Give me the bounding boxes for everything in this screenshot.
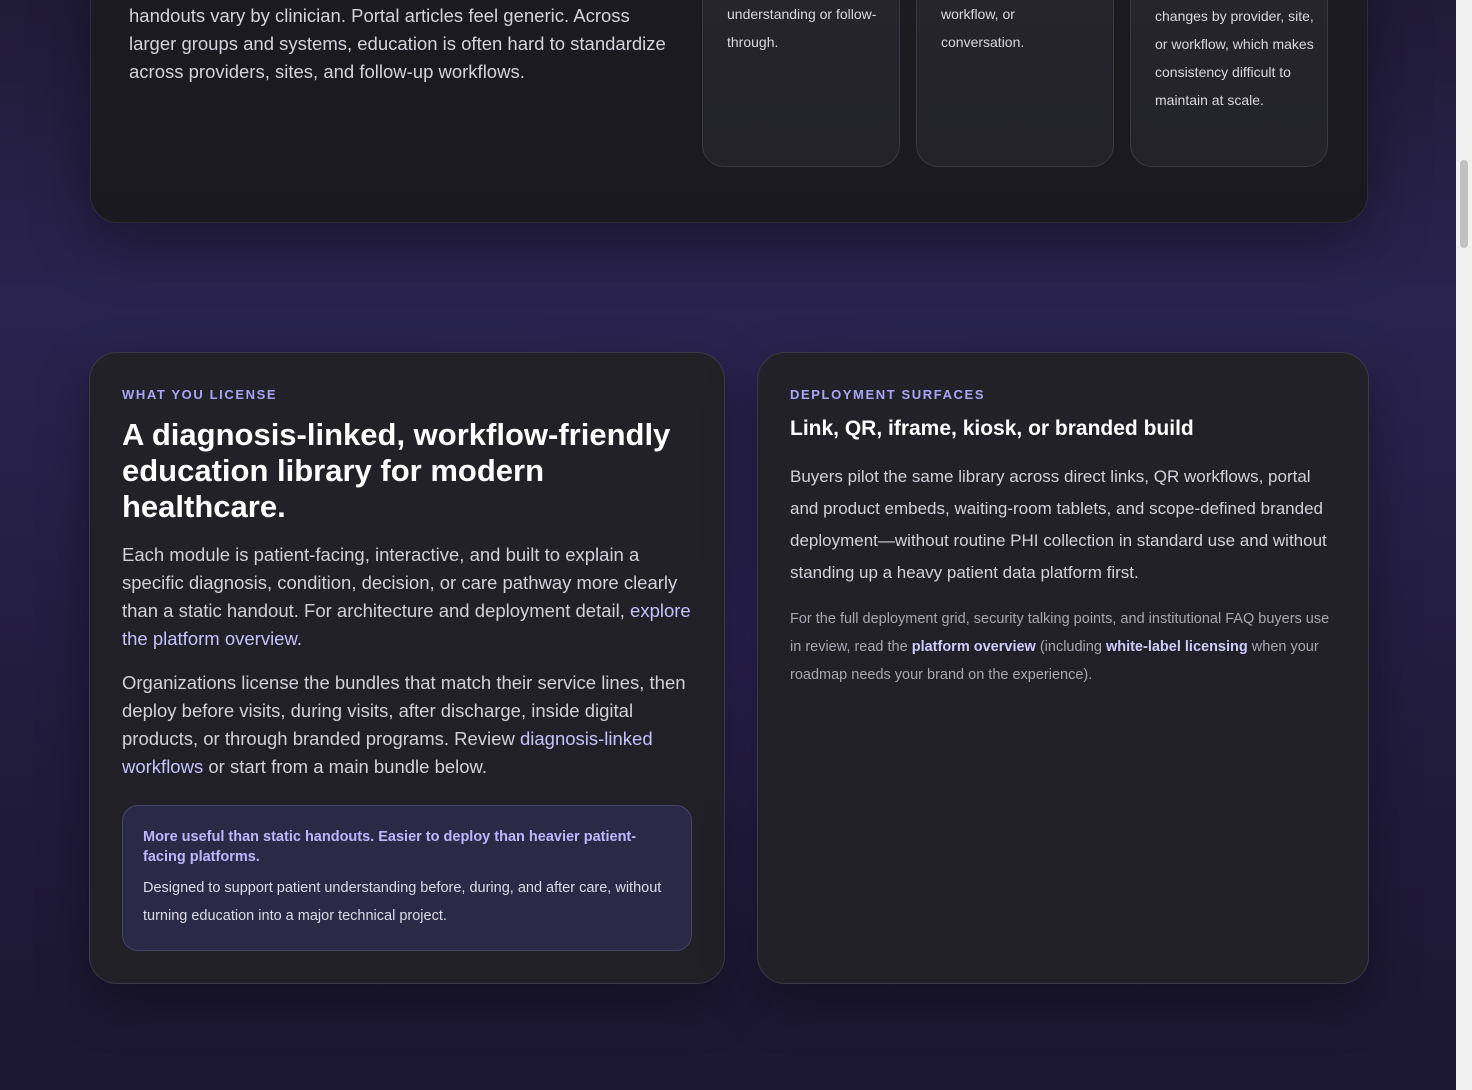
license-paragraph-2-end: or start from a main bundle below. — [203, 756, 488, 777]
problem-card-2: disconnected from the actual specialty, … — [916, 0, 1114, 167]
deployment-note-text-2: (including — [1035, 639, 1106, 655]
license-eyebrow: WHAT YOU LICENSE — [122, 387, 278, 402]
deployment-body: Buyers pilot the same library across dir… — [790, 467, 1327, 582]
deployment-eyebrow: DEPLOYMENT SURFACES — [790, 387, 986, 402]
scrollbar-thumb[interactable] — [1460, 160, 1468, 248]
scrollbar[interactable] — [1456, 0, 1472, 1090]
license-paragraph-2: Organizations license the bundles that m… — [122, 669, 697, 781]
deployment-subhead: Link, QR, iframe, kiosk, or branded buil… — [790, 417, 1194, 440]
white-label-licensing-link[interactable]: white-label licensing — [1106, 639, 1248, 655]
problem-card-1: easy to hand out, but it rarely creates … — [702, 0, 900, 167]
deployment-note: For the full deployment grid, security t… — [790, 605, 1340, 689]
license-card: WHAT YOU LICENSE A diagnosis-linked, wor… — [89, 352, 725, 984]
license-paragraph-1-text: Each module is patient-facing, interacti… — [122, 544, 678, 621]
deployment-card: DEPLOYMENT SURFACES Link, QR, iframe, ki… — [757, 352, 1369, 984]
problem-card-3-text: changes by provider, site, or workflow, … — [1155, 8, 1314, 108]
value-callout: More useful than static handouts. Easier… — [122, 805, 692, 951]
callout-title: More useful than static handouts. Easier… — [143, 829, 637, 865]
license-paragraph-1-end: . — [296, 628, 302, 649]
problem-card-2-text: disconnected from the actual specialty, … — [941, 6, 1025, 50]
problem-card-3: changes by provider, site, or workflow, … — [1130, 0, 1328, 167]
callout-body: Designed to support patient understandin… — [143, 880, 662, 924]
license-paragraph-1: Each module is patient-facing, interacti… — [122, 541, 697, 653]
license-headline: A diagnosis-linked, workflow-friendly ed… — [122, 417, 671, 524]
problem-text: handouts vary by clinician. Portal artic… — [129, 5, 666, 82]
page: handouts vary by clinician. Portal artic… — [0, 0, 1456, 1090]
platform-overview-link-2[interactable]: platform overview — [912, 639, 1036, 655]
problem-card-1-text: easy to hand out, but it rarely creates … — [727, 6, 877, 50]
